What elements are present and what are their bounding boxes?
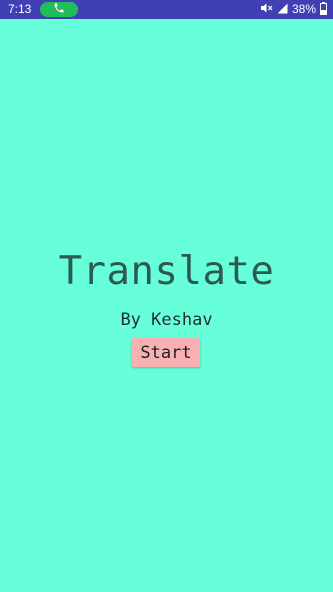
app-screen: 7:13 38% Translate By Keshav Start xyxy=(0,0,333,592)
author-subtitle: By Keshav xyxy=(120,310,213,330)
app-title: Translate xyxy=(58,249,275,294)
main-content: Translate By Keshav Start xyxy=(0,0,333,592)
start-button[interactable]: Start xyxy=(132,338,200,367)
